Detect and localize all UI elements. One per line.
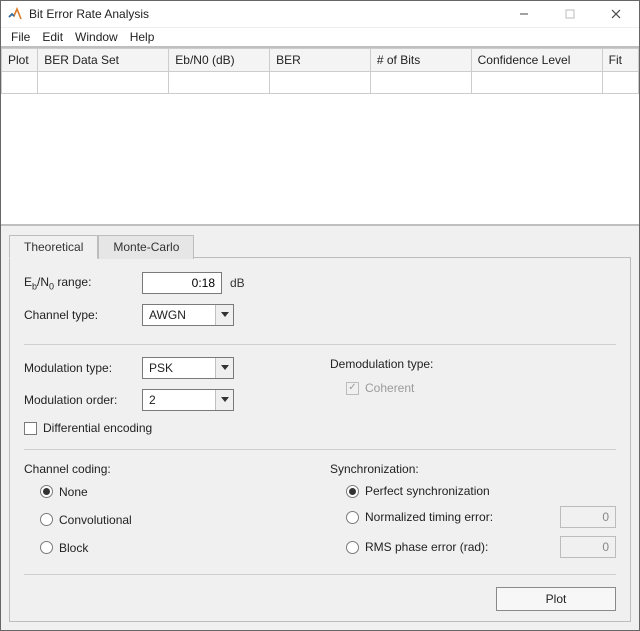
coding-none-radio[interactable]: None [40,485,88,499]
sync-phase-radio[interactable]: RMS phase error (rad): [346,540,560,554]
tabpage-theoretical: Eb/N0 range: dB Channel type: AWGN [9,257,631,622]
menu-file[interactable]: File [5,28,36,46]
close-button[interactable] [593,1,639,27]
config-panel: Theoretical Monte-Carlo Eb/N0 range: dB … [1,226,639,630]
app-window: Bit Error Rate Analysis File Edit Window… [0,0,640,631]
coding-block-label: Block [59,541,88,555]
col-confidence[interactable]: Confidence Level [471,49,602,72]
matlab-icon [7,6,23,22]
synchronization-label: Synchronization: [330,462,616,476]
radio-icon [346,541,359,554]
separator [24,449,616,450]
menu-window[interactable]: Window [69,28,124,46]
results-table-wrap: Plot BER Data Set Eb/N0 (dB) BER # of Bi… [1,48,639,226]
radio-icon [346,511,359,524]
radio-icon [40,541,53,554]
maximize-button[interactable] [547,1,593,27]
radio-icon [40,485,53,498]
col-bits[interactable]: # of Bits [370,49,471,72]
sync-timing-radio[interactable]: Normalized timing error: [346,510,560,524]
differential-encoding-checkbox[interactable]: Differential encoding [24,421,152,435]
separator [24,574,616,575]
differential-encoding-label: Differential encoding [43,421,152,435]
col-ebn0[interactable]: Eb/N0 (dB) [169,49,270,72]
radio-icon [346,485,359,498]
modulation-order-label: Modulation order: [24,393,142,407]
checkbox-icon [24,422,37,435]
ebn0-range-label: Eb/N0 range: [24,275,142,291]
coding-convolutional-radio[interactable]: Convolutional [40,513,132,527]
minimize-button[interactable] [501,1,547,27]
chevron-down-icon [215,390,233,410]
tabstrip: Theoretical Monte-Carlo [9,234,631,258]
chevron-down-icon [215,305,233,325]
sync-timing-input [560,506,616,528]
plot-button[interactable]: Plot [496,587,616,611]
sync-timing-label: Normalized timing error: [365,510,493,524]
menu-help[interactable]: Help [124,28,161,46]
channel-type-select[interactable]: AWGN [142,304,234,326]
sync-phase-input [560,536,616,558]
window-buttons [501,1,639,27]
table-row[interactable] [2,72,639,94]
sync-perfect-radio[interactable]: Perfect synchronization [346,484,616,498]
demodulation-type-label: Demodulation type: [330,357,616,371]
titlebar: Bit Error Rate Analysis [1,1,639,28]
tab-montecarlo[interactable]: Monte-Carlo [98,235,194,259]
col-ber[interactable]: BER [270,49,371,72]
coherent-checkbox: ✓ Coherent [346,381,414,395]
results-table[interactable]: Plot BER Data Set Eb/N0 (dB) BER # of Bi… [1,48,639,94]
radio-icon [40,513,53,526]
sync-perfect-label: Perfect synchronization [365,484,490,498]
tab-theoretical[interactable]: Theoretical [9,235,98,259]
coding-none-label: None [59,485,88,499]
coding-convolutional-label: Convolutional [59,513,132,527]
modulation-type-label: Modulation type: [24,361,142,375]
channel-coding-label: Channel coding: [24,462,310,476]
menu-edit[interactable]: Edit [36,28,69,46]
modulation-order-select[interactable]: 2 [142,389,234,411]
chevron-down-icon [215,358,233,378]
window-title: Bit Error Rate Analysis [29,7,501,21]
coding-block-radio[interactable]: Block [40,541,88,555]
ebn0-unit: dB [230,276,245,290]
menubar: File Edit Window Help [1,28,639,48]
modulation-type-select[interactable]: PSK [142,357,234,379]
col-ber-data[interactable]: BER Data Set [38,49,169,72]
separator [24,344,616,345]
checkbox-icon: ✓ [346,382,359,395]
col-plot[interactable]: Plot [2,49,38,72]
ebn0-range-input[interactable] [142,272,222,294]
col-fit[interactable]: Fit [602,49,638,72]
channel-type-label: Channel type: [24,308,142,322]
sync-phase-label: RMS phase error (rad): [365,540,488,554]
coherent-label: Coherent [365,381,414,395]
table-empty-area[interactable] [1,94,639,224]
